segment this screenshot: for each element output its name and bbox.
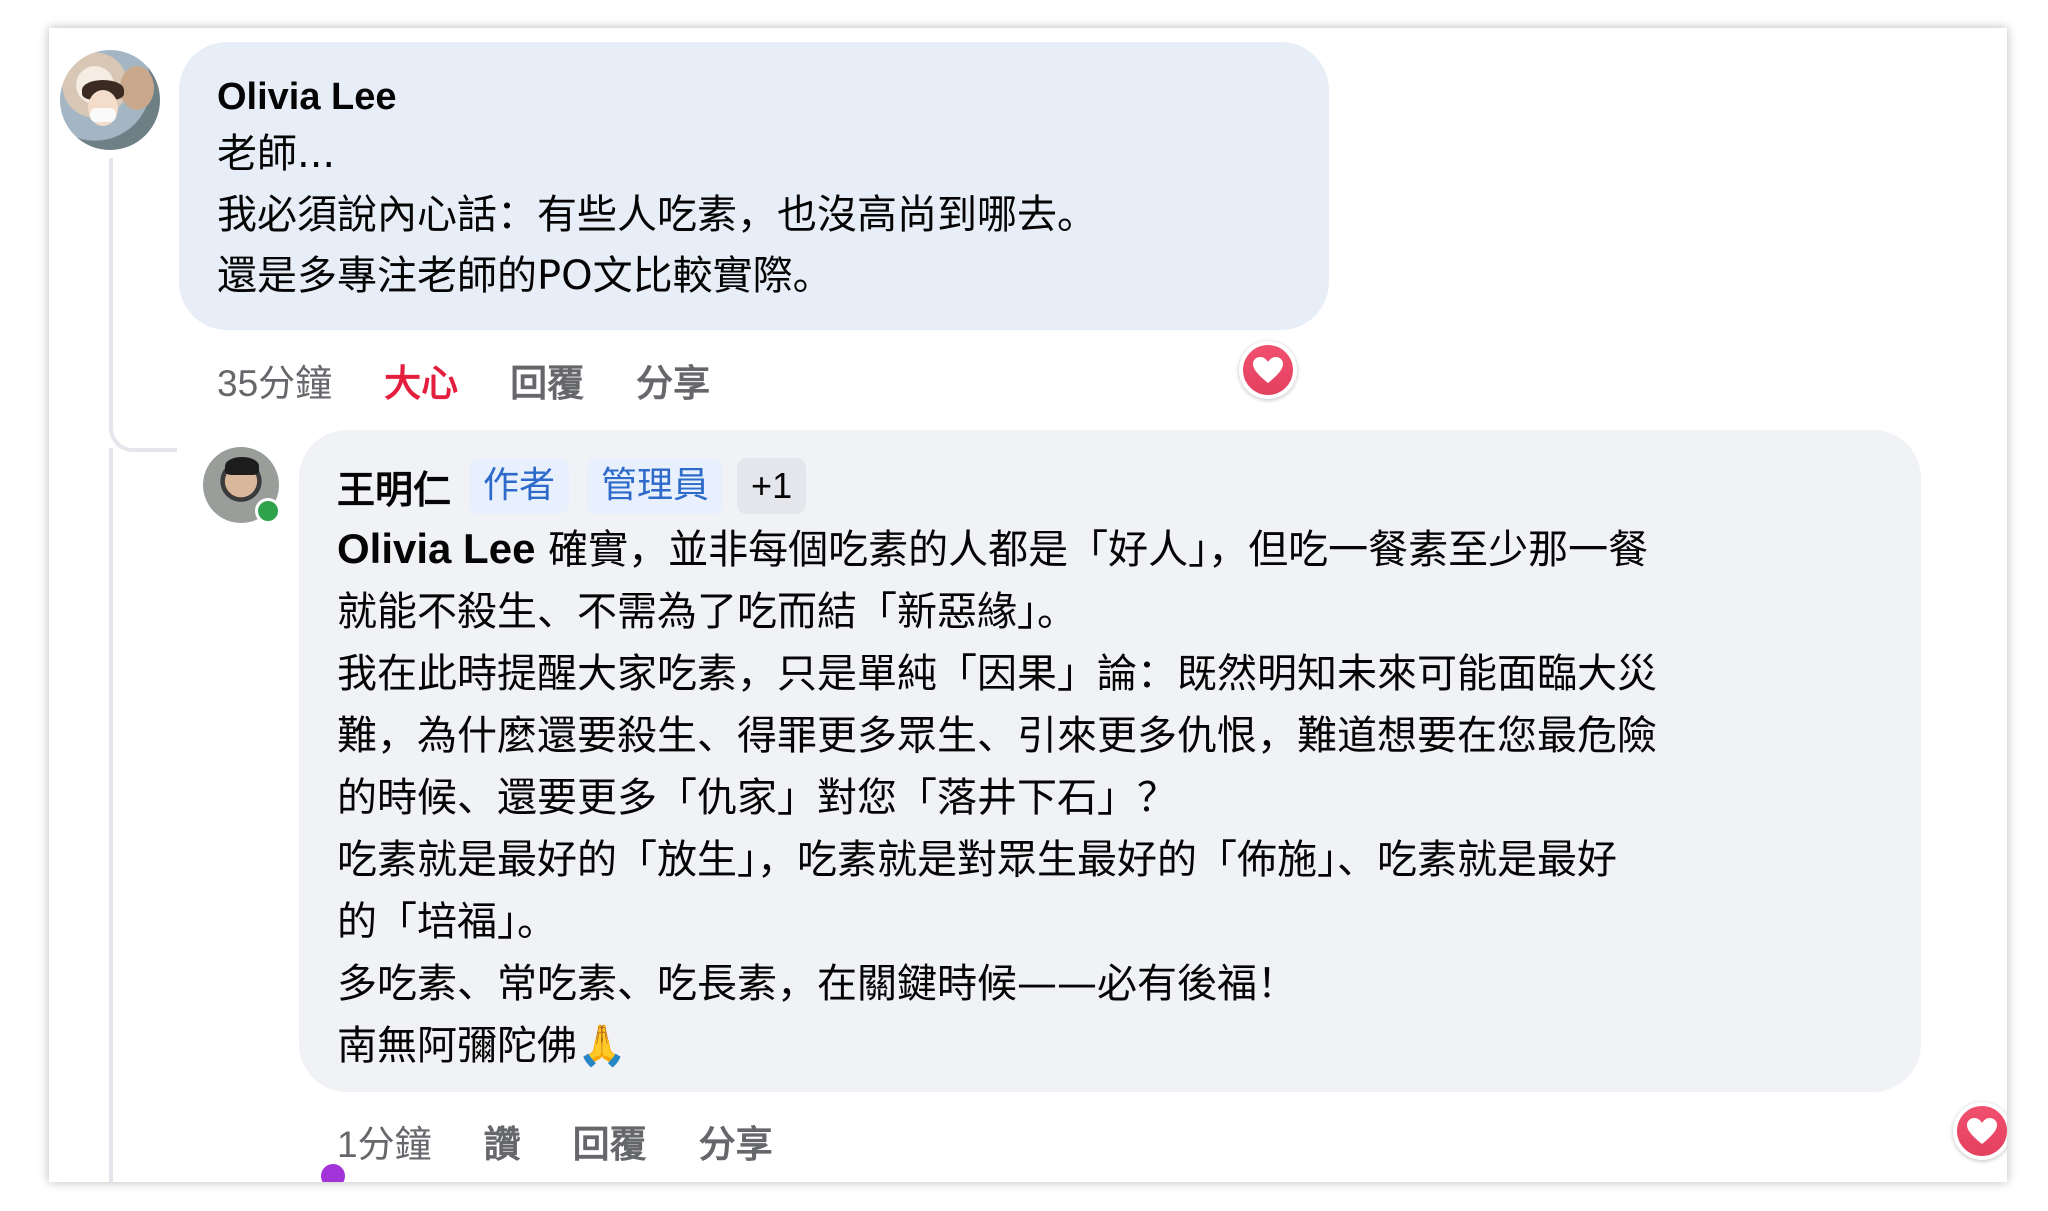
comment-actions: 35分鐘 大心 回覆 分享 — [217, 353, 762, 407]
author-badge: 作者 — [469, 458, 570, 514]
thread-connector-vertical — [109, 448, 113, 1182]
like-button[interactable]: 讚 — [484, 1114, 521, 1168]
reaction-summary[interactable] — [1239, 341, 1297, 399]
more-badges[interactable]: +1 — [737, 458, 807, 514]
comment-bubble: Olivia Lee 老師... 我必須說內心話：有些人吃素，也沒高尚到哪去。 … — [179, 42, 1329, 330]
reply-author[interactable]: 王明仁 — [337, 459, 451, 514]
mention-link[interactable]: Olivia Lee — [337, 525, 535, 572]
reply-bubble: 王明仁 作者 管理員 +1 Olivia Lee 確實，並非每個吃素的人都是「好… — [299, 430, 1921, 1092]
online-status-dot — [255, 498, 281, 524]
comment-timestamp[interactable]: 35分鐘 — [217, 353, 332, 407]
reply-button-2[interactable]: 回覆 — [573, 1114, 647, 1168]
share-button-2[interactable]: 分享 — [699, 1114, 773, 1168]
reply-timestamp[interactable]: 1分鐘 — [337, 1114, 432, 1168]
comment-line-3: 還是多專注老師的PO文比較實際。 — [217, 253, 833, 299]
admin-badge: 管理員 — [587, 458, 724, 514]
comment-thread: Olivia Lee 老師... 我必須說內心話：有些人吃素，也沒高尚到哪去。 … — [49, 28, 2007, 1182]
comment-line-1: 老師... — [217, 131, 336, 177]
heart-icon — [1957, 1106, 2007, 1156]
heart-icon — [1243, 345, 1293, 395]
love-button[interactable]: 大心 — [384, 353, 458, 407]
reply-header: 王明仁 作者 管理員 +1 — [337, 454, 1883, 518]
thread-connector — [109, 158, 177, 452]
reply-text: Olivia Lee 確實，並非每個吃素的人都是「好人」，但吃一餐素至少那一餐 … — [337, 518, 1883, 1077]
reply-body: 確實，並非每個吃素的人都是「好人」，但吃一餐素至少那一餐 就能不殺生、不需為了吃… — [337, 527, 1657, 1069]
share-button[interactable]: 分享 — [636, 353, 710, 407]
reaction-summary-2[interactable] — [1953, 1102, 2007, 1160]
reply-actions: 1分鐘 讚 回覆 分享 — [337, 1114, 825, 1168]
avatar-olivia-lee[interactable] — [60, 50, 160, 150]
comment-author[interactable]: Olivia Lee — [217, 70, 1291, 124]
reply-button[interactable]: 回覆 — [510, 353, 584, 407]
comment-line-2: 我必須說內心話：有些人吃素，也沒高尚到哪去。 — [217, 192, 1097, 238]
